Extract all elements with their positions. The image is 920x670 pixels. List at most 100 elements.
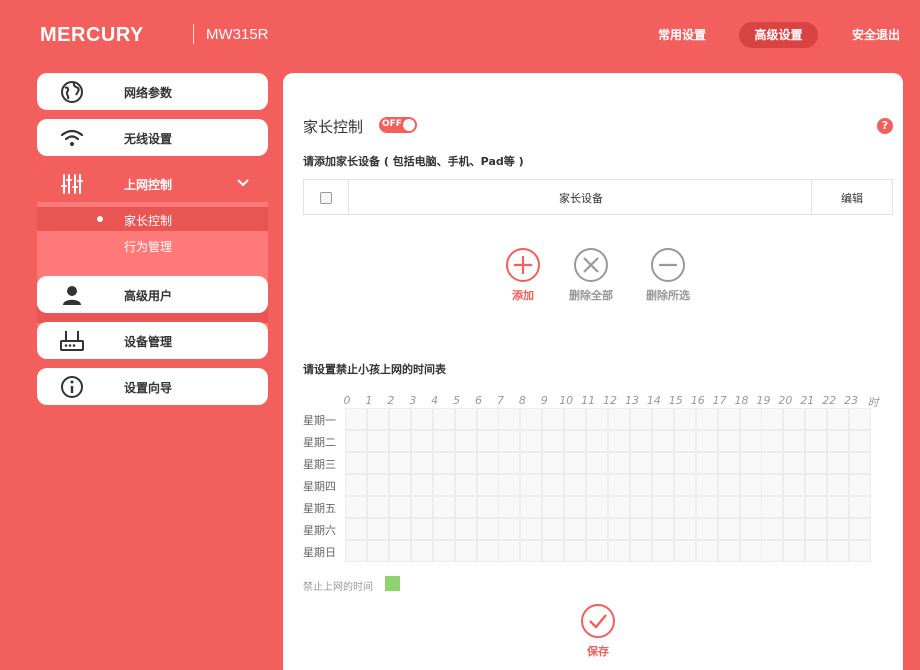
schedule-cell[interactable] <box>608 452 631 474</box>
schedule-cell[interactable] <box>629 430 652 452</box>
schedule-cell[interactable] <box>695 452 718 474</box>
schedule-cell[interactable] <box>564 408 587 430</box>
schedule-cell[interactable] <box>366 496 389 518</box>
schedule-cell[interactable] <box>629 452 652 474</box>
save-button[interactable]: 保存 <box>558 603 638 659</box>
schedule-cell[interactable] <box>388 474 411 496</box>
schedule-cell[interactable] <box>805 496 828 518</box>
schedule-cell[interactable] <box>717 408 740 430</box>
schedule-cell[interactable] <box>564 540 587 562</box>
schedule-cell[interactable] <box>432 518 455 540</box>
schedule-cell[interactable] <box>739 540 762 562</box>
schedule-cell[interactable] <box>673 408 696 430</box>
schedule-cell[interactable] <box>717 430 740 452</box>
schedule-cell[interactable] <box>564 430 587 452</box>
schedule-cell[interactable] <box>432 474 455 496</box>
schedule-cell[interactable] <box>717 474 740 496</box>
schedule-cell[interactable] <box>345 452 367 474</box>
schedule-cell[interactable] <box>498 408 521 430</box>
schedule-cell[interactable] <box>498 496 521 518</box>
schedule-cell[interactable] <box>454 496 477 518</box>
nav-common-settings[interactable]: 常用设置 <box>646 22 718 48</box>
nav-advanced-settings[interactable]: 高级设置 <box>739 22 818 48</box>
sidebar-item-device-management[interactable]: 设备管理 <box>37 322 268 359</box>
schedule-cell[interactable] <box>849 408 872 430</box>
schedule-cell[interactable] <box>432 540 455 562</box>
schedule-cell[interactable] <box>476 408 499 430</box>
schedule-cell[interactable] <box>827 474 850 496</box>
schedule-cell[interactable] <box>651 430 674 452</box>
schedule-cell[interactable] <box>345 540 367 562</box>
schedule-cell[interactable] <box>608 496 631 518</box>
schedule-cell[interactable] <box>388 452 411 474</box>
schedule-grid[interactable] <box>345 408 872 562</box>
schedule-cell[interactable] <box>717 452 740 474</box>
schedule-cell[interactable] <box>849 518 872 540</box>
schedule-cell[interactable] <box>520 430 543 452</box>
schedule-cell[interactable] <box>345 496 367 518</box>
schedule-cell[interactable] <box>520 518 543 540</box>
schedule-cell[interactable] <box>454 540 477 562</box>
schedule-cell[interactable] <box>651 496 674 518</box>
schedule-cell[interactable] <box>542 518 565 540</box>
schedule-cell[interactable] <box>454 518 477 540</box>
schedule-cell[interactable] <box>345 518 367 540</box>
help-icon[interactable]: ? <box>877 118 893 134</box>
schedule-cell[interactable] <box>345 408 367 430</box>
schedule-cell[interactable] <box>651 518 674 540</box>
schedule-cell[interactable] <box>366 452 389 474</box>
schedule-cell[interactable] <box>586 452 609 474</box>
schedule-cell[interactable] <box>805 452 828 474</box>
schedule-cell[interactable] <box>717 518 740 540</box>
schedule-cell[interactable] <box>827 452 850 474</box>
schedule-cell[interactable] <box>520 474 543 496</box>
schedule-cell[interactable] <box>454 430 477 452</box>
schedule-cell[interactable] <box>783 496 806 518</box>
schedule-cell[interactable] <box>695 518 718 540</box>
schedule-cell[interactable] <box>827 408 850 430</box>
schedule-cell[interactable] <box>454 474 477 496</box>
schedule-cell[interactable] <box>651 408 674 430</box>
schedule-cell[interactable] <box>586 496 609 518</box>
schedule-cell[interactable] <box>476 496 499 518</box>
schedule-cell[interactable] <box>673 430 696 452</box>
schedule-cell[interactable] <box>761 408 784 430</box>
schedule-cell[interactable] <box>586 474 609 496</box>
schedule-cell[interactable] <box>366 540 389 562</box>
sidebar-item-setup-wizard[interactable]: 设置向导 <box>37 368 268 405</box>
schedule-cell[interactable] <box>366 474 389 496</box>
schedule-cell[interactable] <box>586 408 609 430</box>
schedule-cell[interactable] <box>805 540 828 562</box>
schedule-cell[interactable] <box>849 430 872 452</box>
schedule-cell[interactable] <box>783 518 806 540</box>
schedule-cell[interactable] <box>827 540 850 562</box>
schedule-cell[interactable] <box>651 540 674 562</box>
schedule-cell[interactable] <box>673 518 696 540</box>
schedule-cell[interactable] <box>673 452 696 474</box>
schedule-cell[interactable] <box>564 518 587 540</box>
schedule-cell[interactable] <box>739 408 762 430</box>
schedule-cell[interactable] <box>410 518 433 540</box>
schedule-cell[interactable] <box>520 408 543 430</box>
schedule-cell[interactable] <box>432 430 455 452</box>
schedule-cell[interactable] <box>476 452 499 474</box>
schedule-cell[interactable] <box>739 518 762 540</box>
schedule-cell[interactable] <box>761 496 784 518</box>
schedule-cell[interactable] <box>564 474 587 496</box>
delete-all-button[interactable]: 删除全部 <box>551 247 631 303</box>
nav-logout[interactable]: 安全退出 <box>840 22 912 48</box>
schedule-cell[interactable] <box>542 540 565 562</box>
schedule-cell[interactable] <box>542 408 565 430</box>
schedule-cell[interactable] <box>629 540 652 562</box>
schedule-cell[interactable] <box>673 474 696 496</box>
schedule-cell[interactable] <box>454 452 477 474</box>
schedule-cell[interactable] <box>695 474 718 496</box>
schedule-cell[interactable] <box>849 452 872 474</box>
schedule-cell[interactable] <box>410 540 433 562</box>
schedule-cell[interactable] <box>695 540 718 562</box>
schedule-cell[interactable] <box>673 496 696 518</box>
schedule-cell[interactable] <box>761 430 784 452</box>
schedule-cell[interactable] <box>629 518 652 540</box>
schedule-cell[interactable] <box>388 540 411 562</box>
schedule-cell[interactable] <box>783 452 806 474</box>
